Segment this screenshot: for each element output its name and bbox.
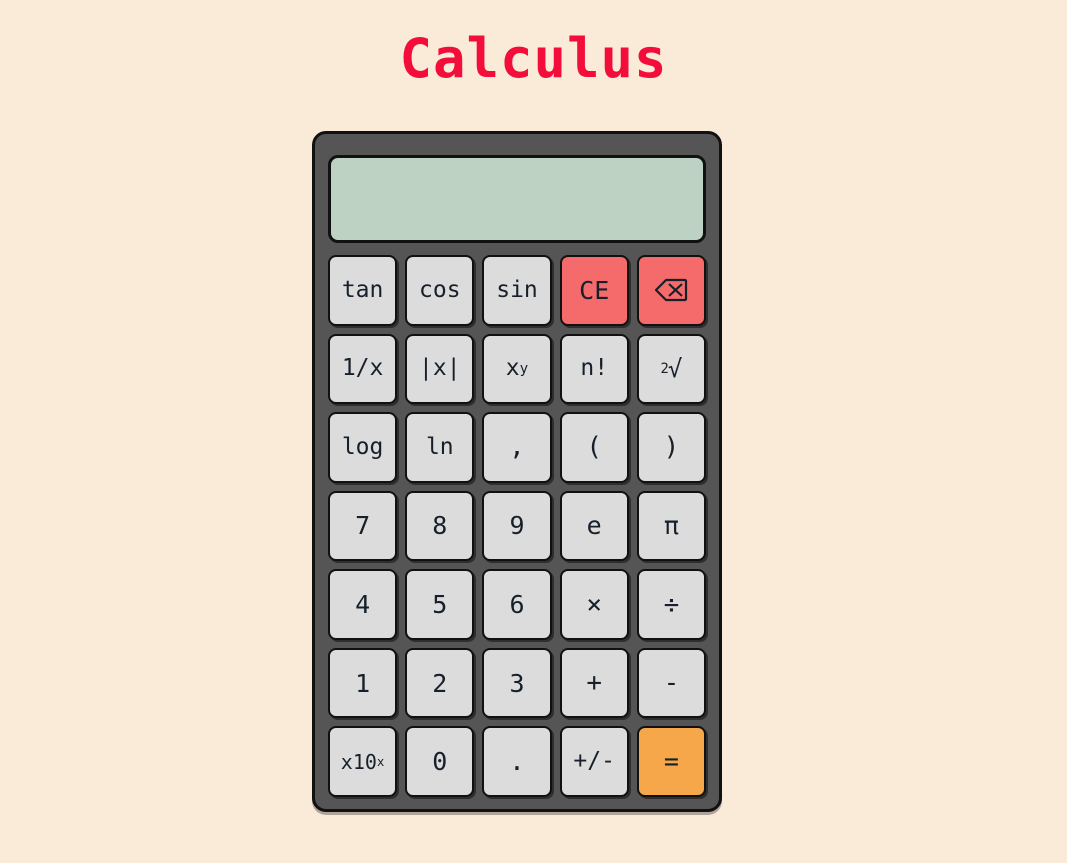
key-6[interactable]: 6 xyxy=(482,569,552,640)
key-5[interactable]: 5 xyxy=(405,569,475,640)
key-euler[interactable]: e xyxy=(559,490,629,562)
key-3[interactable]: 3 xyxy=(482,647,552,719)
key-decimal[interactable]: . xyxy=(482,726,552,797)
key-sin[interactable]: sin xyxy=(482,255,552,326)
key-square-root[interactable]: 2 √ xyxy=(636,333,706,405)
key-equals[interactable]: = xyxy=(636,726,706,797)
key-4[interactable]: 4 xyxy=(328,569,398,640)
backspace-icon xyxy=(655,279,688,302)
key-factorial[interactable]: n! xyxy=(559,333,629,405)
key-absolute[interactable]: |x| xyxy=(405,333,475,405)
key-subtract[interactable]: - xyxy=(636,647,706,719)
key-paren-open[interactable]: ( xyxy=(559,412,629,483)
key-pi[interactable]: π xyxy=(636,490,706,562)
key-multiply[interactable]: × xyxy=(559,569,629,640)
key-2[interactable]: 2 xyxy=(405,647,475,719)
key-comma[interactable]: , xyxy=(482,412,552,483)
key-tan[interactable]: tan xyxy=(328,255,398,326)
key-paren-close[interactable]: ) xyxy=(636,412,706,483)
page-title: Calculus xyxy=(399,27,668,90)
key-0[interactable]: 0 xyxy=(405,726,475,797)
key-add[interactable]: + xyxy=(559,647,629,719)
key-cos[interactable]: cos xyxy=(405,255,475,326)
key-power[interactable]: xy xyxy=(482,333,552,405)
key-exponent-ten[interactable]: x10 x xyxy=(328,726,398,797)
key-8[interactable]: 8 xyxy=(405,490,475,562)
key-ln[interactable]: ln xyxy=(405,412,475,483)
key-1[interactable]: 1 xyxy=(328,647,398,719)
key-divide[interactable]: ÷ xyxy=(636,569,706,640)
backspace-icon[interactable] xyxy=(636,255,706,326)
keypad: tan cos sin CE 1/x |x| x y n! 2 √ log ln,() 7 8 9 e π 4 5 6 ×… xyxy=(326,255,708,797)
key-9[interactable]: 9 xyxy=(482,490,552,562)
key-log[interactable]: log xyxy=(328,412,398,483)
key-7[interactable]: 7 xyxy=(328,490,398,562)
key-reciprocal[interactable]: 1/x xyxy=(328,333,398,405)
key-sign-toggle[interactable]: +/- xyxy=(559,726,629,797)
calculator-body: tan cos sin CE 1/x |x| x y n! 2 √ log ln,() 7 8 9 e π 4 5 6 ×… xyxy=(312,131,722,812)
key-clear-entry[interactable]: CE xyxy=(559,255,629,326)
calculator-display xyxy=(328,155,706,243)
